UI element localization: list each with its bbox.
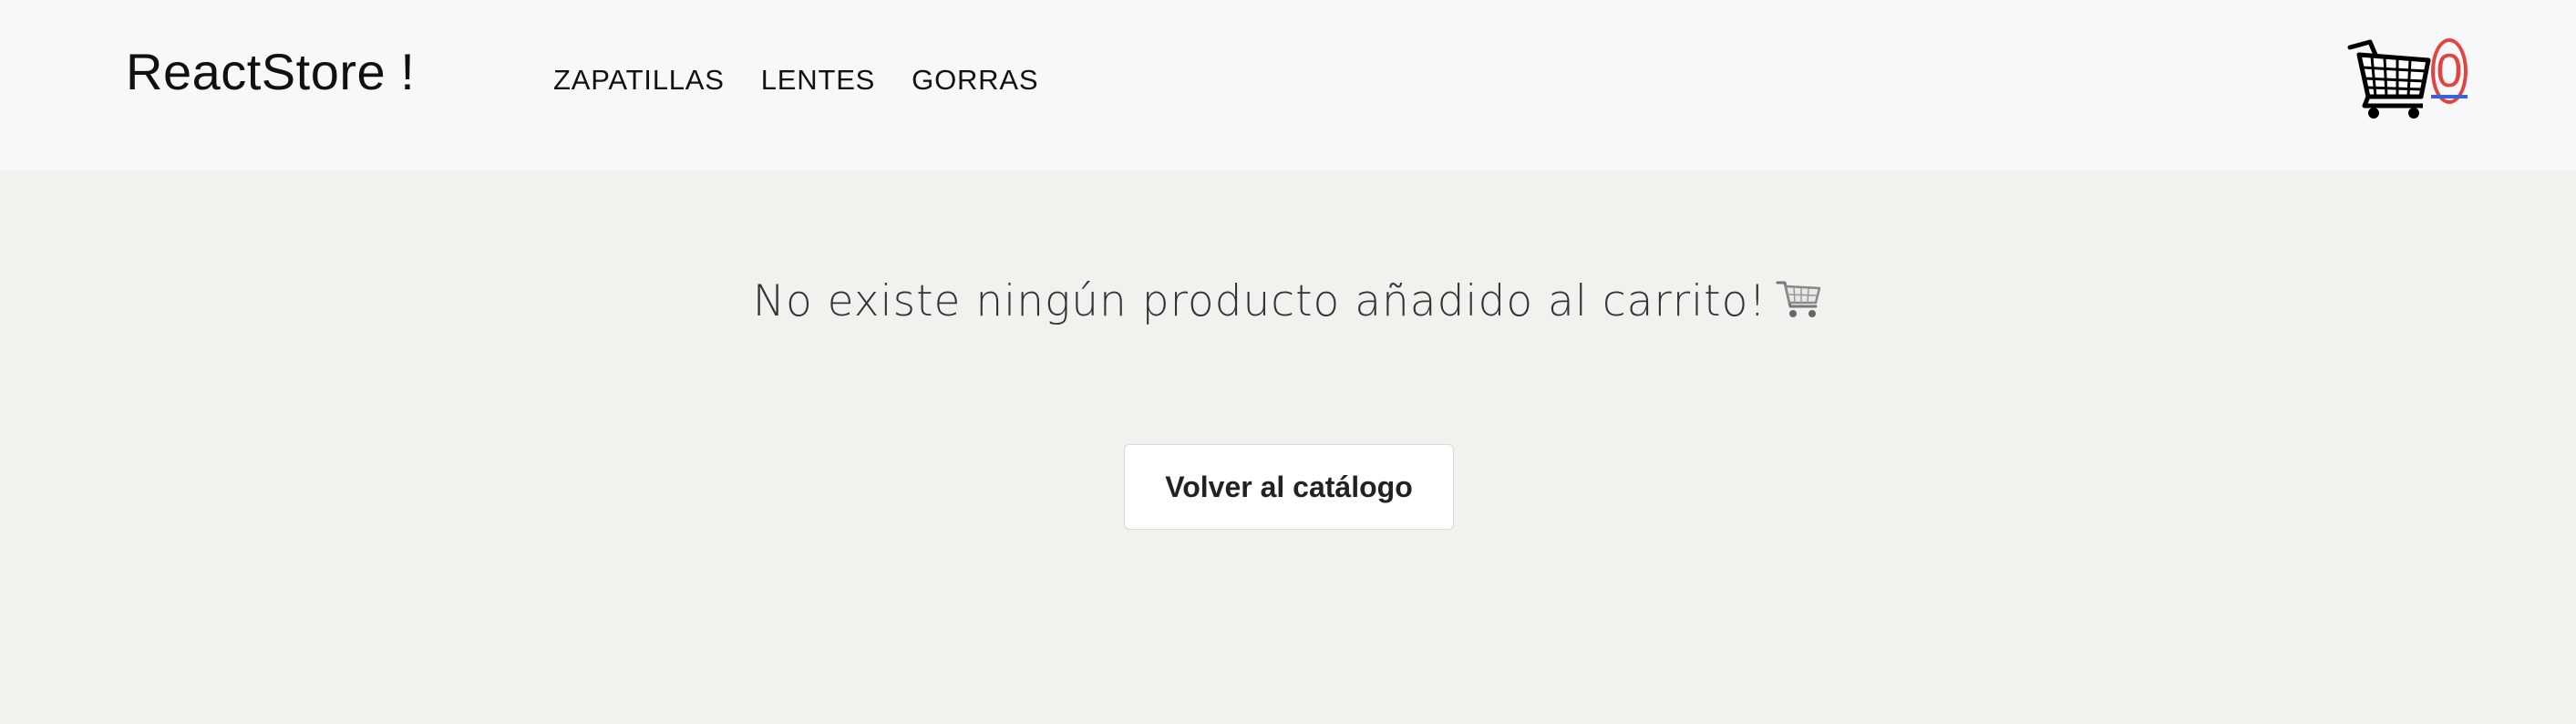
shopping-cart-emoji-icon [1776,275,1823,334]
nav-link-zapatillas[interactable]: ZAPATILLAS [553,64,725,97]
nav-links: ZAPATILLAS LENTES GORRAS [553,64,1038,97]
cart-count-underline [2431,95,2468,98]
shopping-cart-icon [2347,39,2431,119]
back-to-catalog-button[interactable]: Volver al catálogo [1124,444,1454,530]
empty-cart-message-text: No existe ningún producto añadido al car… [752,276,1767,326]
empty-cart-message: No existe ningún producto añadido al car… [0,275,2576,334]
nav-link-lentes[interactable]: LENTES [761,64,875,97]
brand-logo[interactable]: ReactStore ! [126,42,415,101]
nav-link-gorras[interactable]: GORRAS [912,64,1038,97]
navbar: ReactStore ! ZAPATILLAS LENTES GORRAS 0 [0,0,2576,171]
cart-widget[interactable]: 0 [2346,35,2474,122]
